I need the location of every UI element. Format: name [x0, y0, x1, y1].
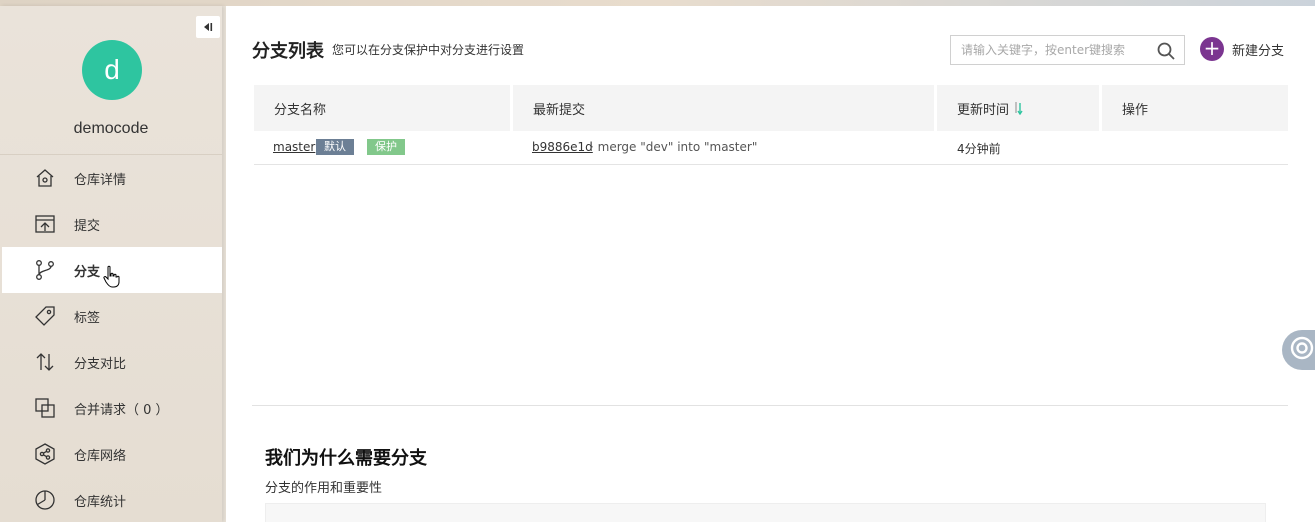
sidebar-item-network[interactable]: 仓库网络 — [0, 431, 222, 477]
column-label: 分支名称 — [274, 102, 327, 118]
sidebar-item-label: 合并请求（ 0 ） — [74, 402, 169, 418]
sidebar-item-label: 仓库统计 — [74, 494, 127, 510]
table-header: 分支名称 最新提交 更新时间 操作 — [254, 85, 1288, 131]
help-widget-button[interactable] — [1282, 330, 1315, 370]
plus-icon: + — [1200, 37, 1224, 61]
main-content: 分支列表 您可以在分支保护中对分支进行设置 + 新建分支 分支名称 最新提交 更… — [226, 6, 1315, 522]
why-branches-panel — [265, 503, 1266, 522]
column-header-latest-commit: 最新提交 — [513, 85, 934, 131]
sidebar-item-commits[interactable]: 提交 — [0, 201, 222, 247]
commit-upload-icon — [34, 213, 56, 235]
branch-icon — [34, 259, 56, 281]
collapse-sidebar-button[interactable] — [196, 16, 220, 38]
search-input[interactable] — [961, 43, 1151, 57]
sort-icon[interactable] — [1013, 101, 1023, 115]
sidebar-item-label: 分支对比 — [74, 356, 127, 372]
page-subtitle: 您可以在分支保护中对分支进行设置 — [332, 43, 525, 57]
sidebar-item-stats[interactable]: 仓库统计 — [0, 477, 222, 522]
sidebar: d democode 仓库详情 提交 分支 标签 分支对比 合并请求（ 0 ） … — [0, 6, 222, 522]
merge-request-icon — [34, 397, 56, 419]
column-header-branch-name: 分支名称 — [254, 85, 510, 131]
collapse-left-icon — [202, 18, 214, 37]
search-icon[interactable] — [1156, 41, 1176, 65]
hand-cursor-icon — [103, 265, 121, 293]
sidebar-item-label: 分支 — [74, 264, 101, 280]
updated-time: 4分钟前 — [957, 142, 1001, 156]
why-branches-subtitle: 分支的作用和重要性 — [265, 481, 383, 496]
branch-name-link[interactable]: master — [273, 140, 315, 154]
sidebar-nav: 仓库详情 提交 分支 标签 分支对比 合并请求（ 0 ） 仓库网络 仓库统计 — [0, 155, 222, 522]
commit-message: · merge "dev" into "master" — [590, 140, 758, 154]
sidebar-item-tags[interactable]: 标签 — [0, 293, 222, 339]
new-branch-label: 新建分支 — [1232, 43, 1285, 59]
column-header-updated-time[interactable]: 更新时间 — [937, 85, 1099, 131]
compare-icon — [34, 351, 56, 373]
column-header-actions: 操作 — [1102, 85, 1288, 131]
repo-home-icon — [34, 167, 56, 189]
sidebar-item-merge-requests[interactable]: 合并请求（ 0 ） — [0, 385, 222, 431]
headset-icon — [1288, 334, 1315, 366]
sidebar-item-compare[interactable]: 分支对比 — [0, 339, 222, 385]
sidebar-item-label: 标签 — [74, 310, 101, 326]
column-label: 更新时间 — [957, 102, 1010, 118]
sidebar-item-label: 仓库详情 — [74, 172, 127, 188]
column-label: 最新提交 — [533, 102, 586, 118]
protected-badge: 保护 — [367, 139, 405, 155]
sidebar-item-label: 仓库网络 — [74, 448, 127, 464]
commit-id-link[interactable]: b9886e1d — [532, 140, 593, 154]
column-label: 操作 — [1122, 102, 1149, 118]
section-divider — [252, 405, 1288, 406]
table-row: master 默认 保护 b9886e1d · merge "dev" into… — [254, 131, 1288, 165]
new-branch-button[interactable]: + 新建分支 — [1200, 37, 1284, 61]
sidebar-item-repo-details[interactable]: 仓库详情 — [0, 155, 222, 201]
repo-avatar: d — [82, 40, 142, 100]
why-branches-title: 我们为什么需要分支 — [265, 448, 427, 469]
default-badge: 默认 — [316, 139, 354, 155]
stats-icon — [34, 489, 56, 511]
search-box — [950, 35, 1185, 65]
page-title: 分支列表 — [252, 41, 324, 62]
repo-name: democode — [73, 120, 149, 137]
network-icon — [34, 443, 56, 465]
sidebar-item-label: 提交 — [74, 218, 101, 234]
tag-icon — [34, 305, 56, 327]
